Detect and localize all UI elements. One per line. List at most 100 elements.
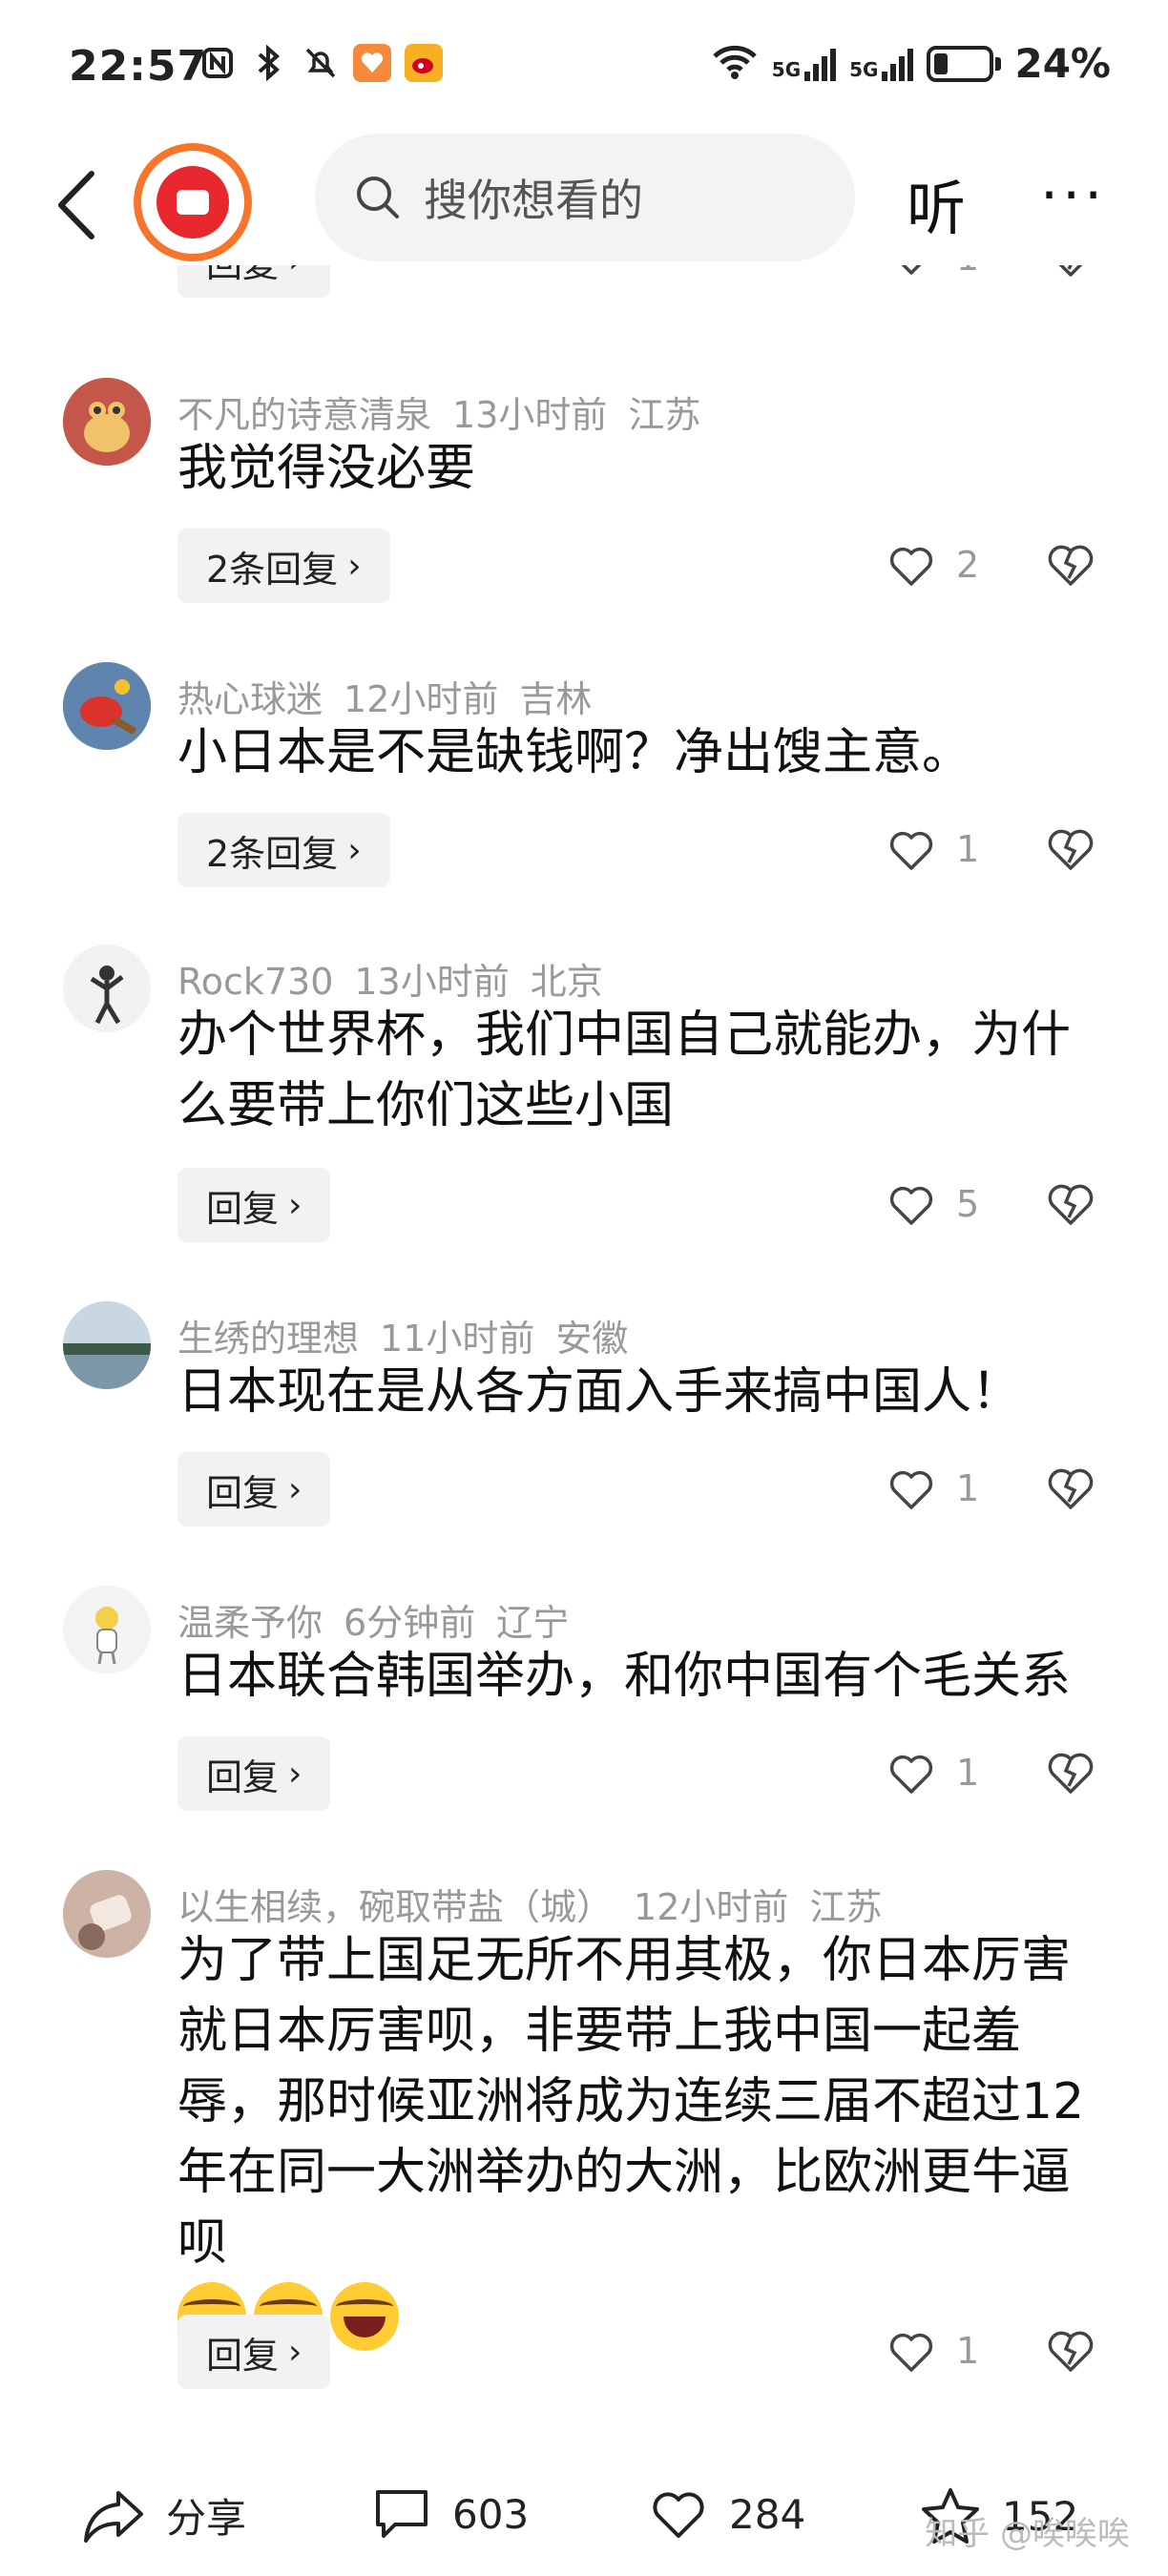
dislike-broken-heart-icon[interactable] bbox=[1046, 824, 1095, 874]
reply-label: 回复 bbox=[206, 1187, 280, 1230]
reply-label: 回复 bbox=[206, 1471, 280, 1514]
status-time: 22:57 bbox=[69, 42, 208, 91]
comment-text: 办个世界杯，我们中国自己就能办，为什么要带上你们这些小国 bbox=[177, 1007, 1072, 1134]
laugh-cry-emoji-icon bbox=[330, 2282, 399, 2351]
dislike-broken-heart-icon[interactable] bbox=[1046, 1748, 1095, 1797]
username[interactable]: 热心球迷 bbox=[177, 678, 323, 720]
comment-meta: Rock730 13小时前 北京 bbox=[177, 952, 624, 1005]
username[interactable]: 不凡的诗意清泉 bbox=[177, 394, 431, 436]
like-count: 1 bbox=[956, 1752, 980, 1794]
comment-text: 小日本是不是缺钱啊？净出馊主意。 bbox=[177, 724, 972, 781]
comment-meta: 生绣的理想 11小时前 安徽 bbox=[177, 1309, 649, 1361]
search-bar[interactable]: 搜你想看的 bbox=[315, 134, 855, 261]
more-options-button[interactable]: ··· bbox=[1040, 162, 1106, 229]
share-label: 分享 bbox=[166, 2495, 247, 2542]
comments-button[interactable]: 603 bbox=[372, 2486, 529, 2542]
location: 辽宁 bbox=[496, 1602, 570, 1644]
nfc-icon bbox=[198, 44, 237, 82]
timestamp: 11小时前 bbox=[380, 1318, 535, 1360]
search-icon bbox=[357, 177, 399, 218]
share-button[interactable]: 分享 bbox=[82, 2486, 246, 2545]
chevron-right-icon: › bbox=[347, 546, 362, 586]
location: 安徽 bbox=[555, 1318, 629, 1360]
reply-label: 2条回复 bbox=[206, 832, 339, 875]
battery-percent: 24% bbox=[1014, 40, 1111, 87]
dislike-broken-heart-icon[interactable] bbox=[1046, 1464, 1095, 1513]
app-logo[interactable] bbox=[134, 143, 252, 261]
chevron-right-icon: › bbox=[288, 1469, 302, 1509]
watermark: 知乎 @唉唉唉 bbox=[925, 2515, 1130, 2553]
chevron-right-icon: › bbox=[288, 1754, 302, 1794]
timestamp: 12小时前 bbox=[634, 1886, 789, 1928]
comment-text: 为了带上国足无所不用其极，你日本厉害就日本厉害呗，非要带上我中国一起羞辱，那时候… bbox=[177, 1925, 1113, 2351]
like-heart-icon[interactable] bbox=[887, 826, 935, 874]
like-heart-icon[interactable] bbox=[887, 1181, 935, 1229]
chevron-right-icon: › bbox=[347, 830, 362, 870]
status-icons-right: 5G 5G 24% bbox=[711, 40, 1111, 87]
status-icons-left bbox=[198, 44, 443, 82]
app-notification-icon bbox=[353, 44, 391, 82]
signal-bars-icon bbox=[882, 47, 914, 81]
like-count: 1 bbox=[956, 2330, 980, 2372]
cellular-b: 5G bbox=[849, 47, 914, 81]
reply-button[interactable]: 回复› bbox=[177, 1168, 331, 1242]
signal-bars-icon bbox=[804, 47, 837, 81]
comment-meta: 热心球迷 12小时前 吉林 bbox=[177, 670, 613, 722]
dislike-broken-heart-icon[interactable] bbox=[1046, 540, 1095, 590]
wifi-icon bbox=[711, 43, 759, 85]
replies-button[interactable]: 2条回复 › bbox=[177, 529, 390, 603]
network-type-a: 5G bbox=[771, 57, 802, 81]
top-nav: 搜你想看的 听 ··· bbox=[0, 134, 1168, 277]
reply-button[interactable]: 回复› bbox=[177, 1736, 331, 1811]
like-heart-icon[interactable] bbox=[887, 1750, 935, 1797]
avatar[interactable] bbox=[63, 662, 151, 750]
avatar[interactable] bbox=[63, 378, 151, 466]
reply-label: 2条回复 bbox=[206, 548, 339, 591]
listen-button[interactable]: 听 bbox=[907, 160, 966, 246]
bottom-action-bar: 分享 603 284 152 知乎 @唉唉唉 bbox=[0, 2462, 1168, 2576]
comment-meta: 以生相续，碗取带盐（城） 12小时前 江苏 bbox=[177, 1878, 903, 1930]
timestamp: 6分钟前 bbox=[344, 1602, 476, 1644]
reply-button[interactable]: 回复› bbox=[177, 1452, 331, 1527]
timestamp: 13小时前 bbox=[354, 961, 510, 1003]
like-count: 1 bbox=[956, 828, 980, 870]
location: 北京 bbox=[530, 961, 603, 1003]
avatar[interactable] bbox=[63, 945, 151, 1032]
reply-label: 回复 bbox=[206, 1755, 280, 1798]
avatar[interactable] bbox=[63, 1870, 151, 1958]
username[interactable]: 生绣的理想 bbox=[177, 1318, 359, 1360]
weibo-notification-icon bbox=[405, 44, 443, 82]
network-type-b: 5G bbox=[849, 57, 879, 81]
reply-button[interactable]: 回复› bbox=[177, 2315, 331, 2389]
back-button[interactable] bbox=[48, 162, 105, 248]
timestamp: 12小时前 bbox=[344, 678, 499, 720]
location: 吉林 bbox=[519, 678, 593, 720]
cellular-a: 5G bbox=[771, 47, 837, 81]
dislike-broken-heart-icon[interactable] bbox=[1046, 1179, 1095, 1229]
bluetooth-icon bbox=[250, 44, 288, 82]
like-heart-icon[interactable] bbox=[887, 2328, 935, 2376]
dislike-broken-heart-icon[interactable] bbox=[1046, 2326, 1095, 2376]
heart-icon bbox=[653, 2492, 704, 2538]
like-heart-icon[interactable] bbox=[887, 542, 935, 590]
comment-count: 603 bbox=[452, 2490, 530, 2538]
reply-label: 回复 bbox=[206, 2334, 280, 2377]
avatar[interactable] bbox=[63, 1301, 151, 1389]
status-bar: 22:57 5G 5G 24% bbox=[0, 0, 1168, 134]
location: 江苏 bbox=[809, 1886, 883, 1928]
chevron-right-icon: › bbox=[288, 2332, 302, 2372]
chevron-right-icon: › bbox=[288, 1185, 302, 1225]
username[interactable]: 温柔予你 bbox=[177, 1602, 323, 1644]
username[interactable]: Rock730 bbox=[177, 961, 333, 1003]
comment-text: 日本现在是从各方面入手来搞中国人！ bbox=[177, 1363, 1022, 1421]
share-arrow-icon bbox=[84, 2490, 143, 2543]
avatar[interactable] bbox=[63, 1586, 151, 1673]
comment-bubble-icon bbox=[376, 2490, 428, 2538]
back-arrow-icon bbox=[58, 171, 94, 239]
replies-button[interactable]: 2条回复 › bbox=[177, 813, 390, 887]
like-heart-icon[interactable] bbox=[887, 1465, 935, 1513]
like-button[interactable]: 284 bbox=[649, 2486, 805, 2542]
timestamp: 13小时前 bbox=[452, 394, 608, 436]
username[interactable]: 以生相续，碗取带盐（城） bbox=[177, 1886, 613, 1928]
comment-text-content: 为了带上国足无所不用其极，你日本厉害就日本厉害呗，非要带上我中国一起羞辱，那时候… bbox=[177, 1932, 1085, 2272]
